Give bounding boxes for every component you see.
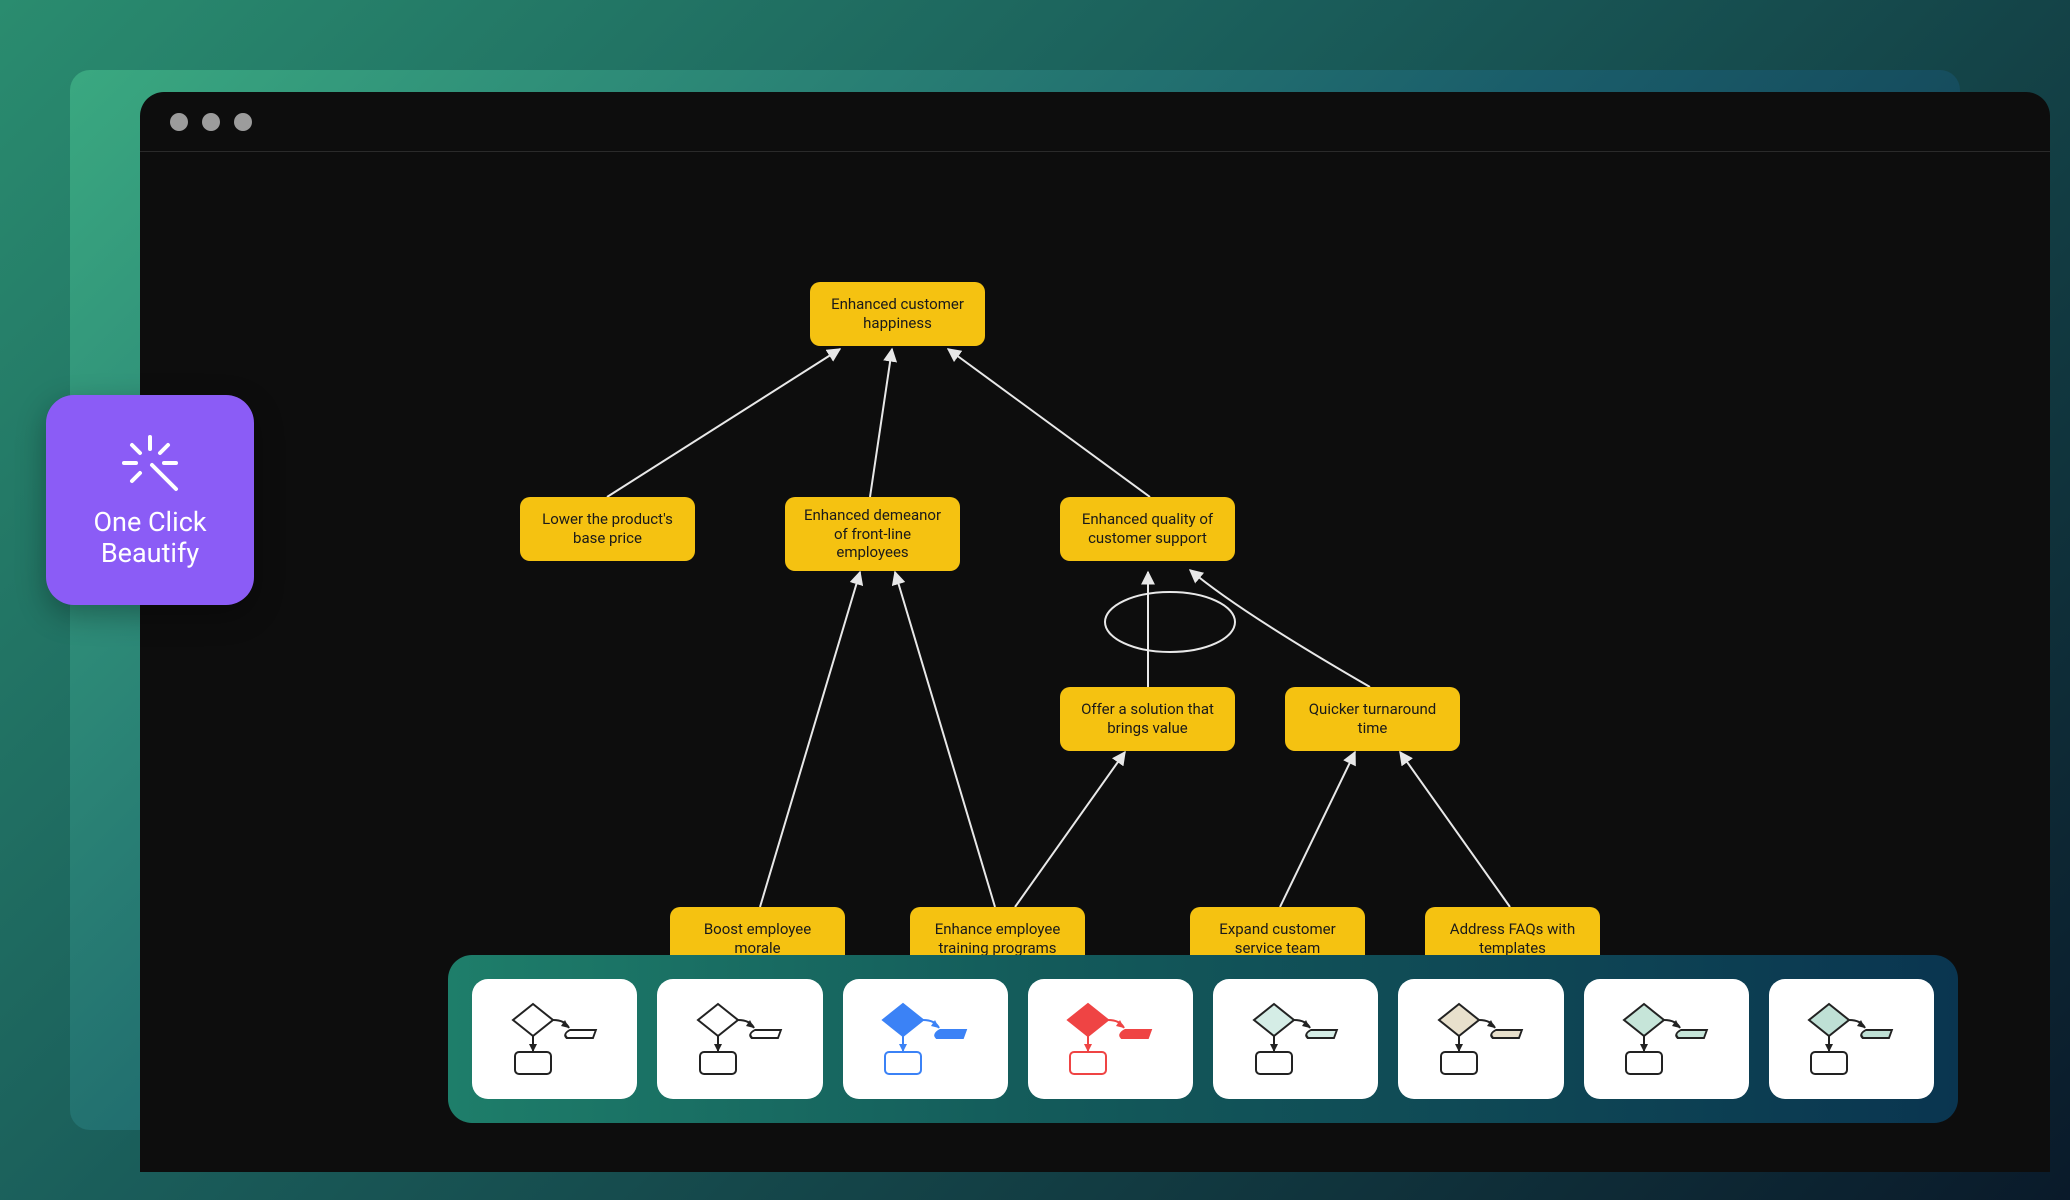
theme-tile-white-outline-2[interactable] (657, 979, 822, 1099)
node-label: Quicker turnaround time (1297, 700, 1448, 738)
badge-line1: One Click (93, 507, 206, 538)
window-dot-close[interactable] (170, 113, 188, 131)
node-demeanor[interactable]: Enhanced demeanor of front-line employee… (785, 497, 960, 571)
node-label: Offer a solution that brings value (1072, 700, 1223, 738)
theme-preview-icon (1791, 994, 1911, 1084)
sparkle-wand-icon (118, 431, 182, 495)
theme-preview-icon (1050, 994, 1170, 1084)
theme-tile-red[interactable] (1028, 979, 1193, 1099)
node-solution[interactable]: Offer a solution that brings value (1060, 687, 1235, 751)
node-label: Enhanced quality of customer support (1072, 510, 1223, 548)
node-lower-price[interactable]: Lower the product's base price (520, 497, 695, 561)
window-dot-min[interactable] (202, 113, 220, 131)
window-dot-max[interactable] (234, 113, 252, 131)
node-label: Enhanced demeanor of front-line employee… (797, 506, 948, 562)
node-root[interactable]: Enhanced customer happiness (810, 282, 985, 346)
theme-preview-icon (865, 994, 985, 1084)
theme-preview-icon (680, 994, 800, 1084)
node-label: Expand customer service team (1202, 920, 1353, 958)
theme-tile-mint[interactable] (1584, 979, 1749, 1099)
node-turnaround[interactable]: Quicker turnaround time (1285, 687, 1460, 751)
theme-preview-icon (1421, 994, 1541, 1084)
node-label: Address FAQs with templates (1437, 920, 1588, 958)
theme-preview-icon (1236, 994, 1356, 1084)
node-label: Lower the product's base price (532, 510, 683, 548)
node-label: Enhance employee training programs (922, 920, 1073, 958)
theme-tile-blue[interactable] (843, 979, 1008, 1099)
theme-preview-icon (1606, 994, 1726, 1084)
node-label: Enhanced customer happiness (822, 295, 973, 333)
node-quality[interactable]: Enhanced quality of customer support (1060, 497, 1235, 561)
theme-tile-teal-light[interactable] (1213, 979, 1378, 1099)
theme-tile-beige[interactable] (1398, 979, 1563, 1099)
titlebar (140, 92, 2050, 152)
theme-tile-seafoam[interactable] (1769, 979, 1934, 1099)
node-label: Boost employee morale (682, 920, 833, 958)
theme-tile-white-outline[interactable] (472, 979, 637, 1099)
theme-preview-icon (495, 994, 615, 1084)
badge-line2: Beautify (101, 538, 199, 569)
beautify-badge[interactable]: One Click Beautify (46, 395, 254, 605)
theme-tray (448, 955, 1958, 1123)
